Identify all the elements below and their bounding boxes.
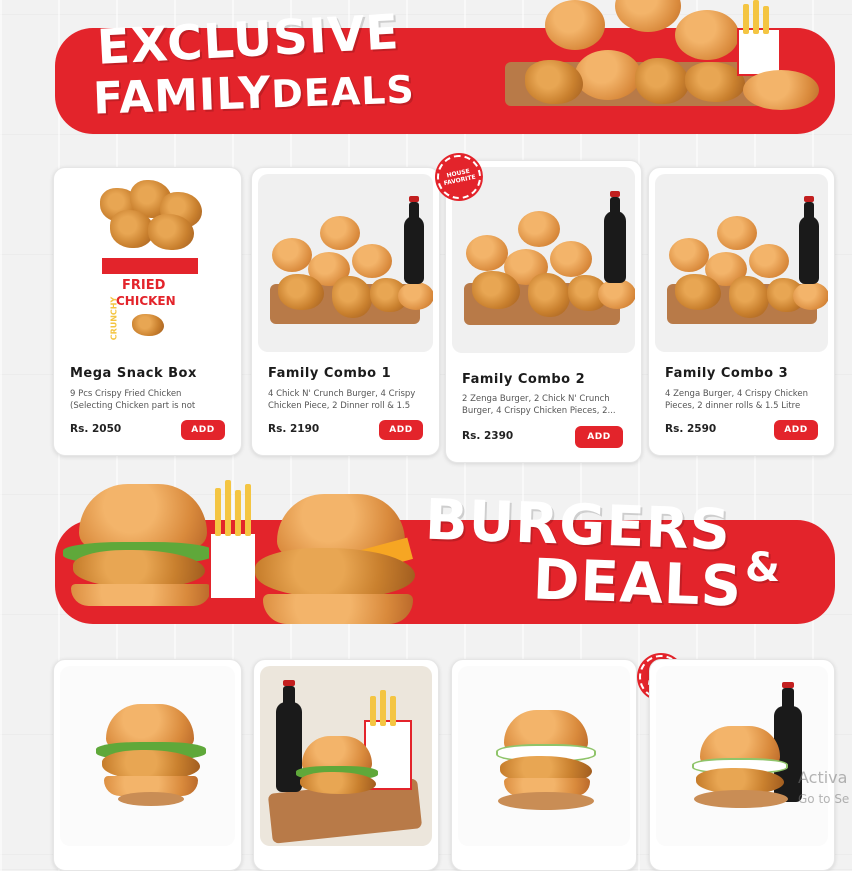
banner-food-image [59,480,429,624]
banner-word-family: FAMILY [92,67,273,125]
windows-activation-subtext: Go to Se [798,792,850,806]
family-deals-banner: EXCLUSIVE FAMILYDEALS [55,0,835,134]
product-title: Family Combo 1 [268,366,392,381]
product-card-mega-snack-box[interactable]: FRIED CHICKEN CRUNCHY Mega Snack Box 9 P… [53,167,242,456]
add-to-cart-button[interactable]: ADD [575,426,623,448]
product-description: 9 Pcs Crispy Fried Chicken (Selecting Ch… [70,389,196,411]
product-card-family-combo-2[interactable]: Family Combo 2 2 Zenga Burger, 2 Chick N… [445,160,642,463]
product-image [655,174,828,352]
product-image [260,666,432,846]
add-to-cart-button[interactable]: ADD [379,420,423,440]
burger-card-3[interactable] [451,659,637,871]
product-image [258,174,433,352]
product-price: Rs. 2190 [268,423,320,435]
add-to-cart-button[interactable]: ADD [181,420,225,440]
product-description: 4 Chick N' Crunch Burger, 4 Crispy Chick… [268,389,416,411]
burger-card-2[interactable] [253,659,439,871]
product-title: Family Combo 3 [665,366,789,381]
burger-card-1[interactable] [53,659,242,871]
product-price: Rs. 2050 [70,423,122,435]
windows-activation-watermark: Activa [798,768,848,787]
product-image [60,666,235,846]
bucket-label-bottom: CHICKEN [116,294,176,308]
product-price: Rs. 2590 [665,423,717,435]
banner-title-line2: DEALS [531,547,744,620]
product-title: Family Combo 2 [462,372,586,387]
banner-title-line2: FAMILYDEALS [92,66,416,125]
banner-word-deals: DEALS [270,67,416,117]
product-image [458,666,630,846]
burger-card-4[interactable] [649,659,835,871]
banner-ampersand: & [745,545,781,591]
product-title: Mega Snack Box [70,366,197,381]
product-card-family-combo-3[interactable]: Family Combo 3 4 Zenga Burger, 4 Crispy … [648,167,835,456]
product-image [656,666,828,846]
product-card-family-combo-1[interactable]: Family Combo 1 4 Chick N' Crunch Burger,… [251,167,440,456]
product-description: 2 Zenga Burger, 2 Chick N' Crunch Burger… [462,394,616,416]
product-price: Rs. 2390 [462,430,514,442]
product-image [452,167,635,353]
banner-food-image [505,0,835,134]
product-image: FRIED CHICKEN CRUNCHY [60,174,235,352]
add-to-cart-button[interactable]: ADD [774,420,818,440]
bucket-label-side: CRUNCHY [109,296,119,341]
bucket-label-top: FRIED [122,278,166,293]
product-description: 4 Zenga Burger, 4 Crispy Chicken Pieces,… [665,389,808,411]
banner-title-line1: EXCLUSIVE [95,4,401,76]
fried-chicken-bucket: FRIED CHICKEN CRUNCHY [102,258,198,352]
burgers-deals-banner: BURGERS & DEALS [55,480,835,624]
